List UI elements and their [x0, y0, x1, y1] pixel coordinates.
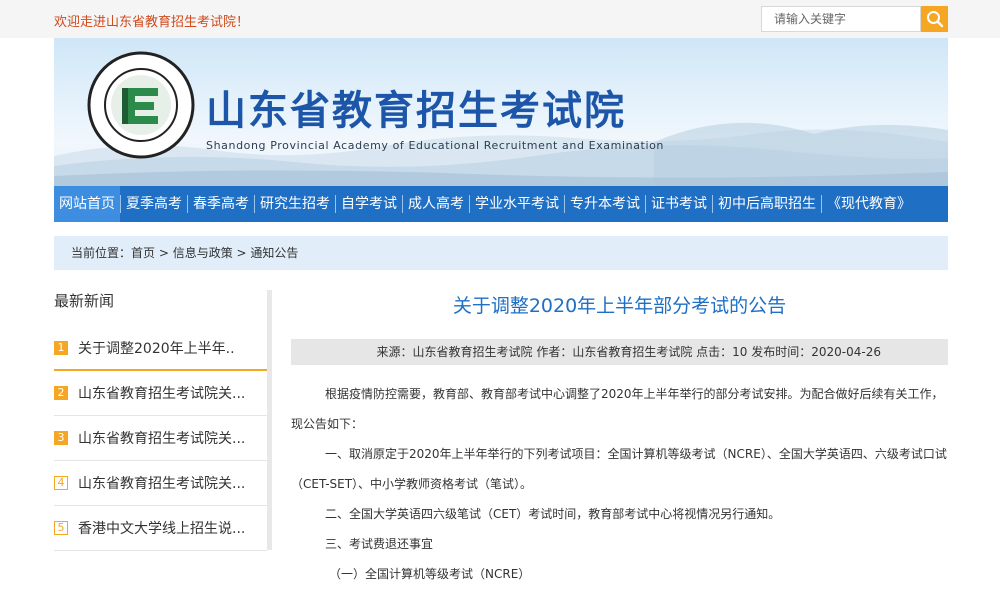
- news-number-badge: 2: [54, 386, 68, 400]
- nav-modern-education[interactable]: 《现代教育》: [822, 186, 916, 222]
- nav-proficiency-exam[interactable]: 学业水平考试: [470, 186, 564, 222]
- news-item[interactable]: 5 香港中文大学线上招生说...: [54, 506, 267, 551]
- article-paragraph: （一）全国计算机等级考试（NCRE）: [329, 567, 531, 581]
- main-nav: 网站首页 夏季高考 春季高考 研究生招考 自学考试 成人高考 学业水平考试 专升…: [54, 186, 948, 222]
- article-paragraph: 二、全国大学英语四六级笔试（CET）考试时间，教育部考试中心将视情况另行通知。: [325, 507, 781, 521]
- top-bar: 欢迎走进山东省教育招生考试院！: [0, 0, 1000, 38]
- news-item[interactable]: 1 关于调整2020年上半年..: [54, 326, 267, 371]
- sidebar-title: 最新新闻: [54, 292, 115, 310]
- nav-vocational-admission[interactable]: 初中后高职招生: [713, 186, 821, 222]
- breadcrumb: 当前位置：首页 > 信息与政策 > 通知公告: [54, 236, 948, 270]
- news-number-badge: 4: [54, 476, 68, 490]
- nav-upgrade-exam[interactable]: 专升本考试: [565, 186, 645, 222]
- site-title: 山东省教育招生考试院: [206, 87, 626, 134]
- header-banner: E 山东省教育招生考试院 Shandong Provincial Academy…: [54, 38, 948, 186]
- news-list: 1 关于调整2020年上半年.. 2 山东省教育招生考试院关... 3 山东省教…: [54, 326, 267, 551]
- news-item-link[interactable]: 山东省教育招生考试院关...: [78, 473, 245, 493]
- breadcrumb-separator: >: [155, 246, 173, 260]
- nav-summer-gaokao[interactable]: 夏季高考: [121, 186, 187, 222]
- article-meta: 来源：山东省教育招生考试院 作者：山东省教育招生考试院 点击：10 发布时间：2…: [291, 339, 948, 365]
- article-paragraph: 三、考试费退还事宜: [325, 537, 434, 551]
- seal-logo: E: [86, 50, 195, 159]
- sidebar-divider: [267, 290, 272, 550]
- news-item-link[interactable]: 香港中文大学线上招生说...: [78, 518, 245, 538]
- nav-home[interactable]: 网站首页: [54, 186, 120, 222]
- article-title: 关于调整2020年上半年部分考试的公告: [452, 295, 787, 317]
- nav-self-study-exam[interactable]: 自学考试: [336, 186, 402, 222]
- seal-letter: E: [86, 50, 87, 51]
- article-body: 根据疫情防控需要，教育部、教育部考试中心调整了2020年上半年举行的部分考试安排…: [291, 379, 948, 589]
- breadcrumb-prefix: 当前位置：: [71, 246, 132, 260]
- nav-graduate-exam[interactable]: 研究生招考: [255, 186, 335, 222]
- nav-spring-gaokao[interactable]: 春季高考: [188, 186, 254, 222]
- news-number-badge: 1: [54, 340, 68, 355]
- news-item-link[interactable]: 关于调整2020年上半年..: [78, 338, 235, 358]
- welcome-text: 欢迎走进山东省教育招生考试院！: [54, 15, 250, 30]
- news-number-badge: 5: [54, 521, 68, 535]
- news-item-link[interactable]: 山东省教育招生考试院关...: [78, 383, 245, 403]
- search-button[interactable]: [921, 6, 948, 32]
- news-item[interactable]: 3 山东省教育招生考试院关...: [54, 416, 267, 461]
- breadcrumb-section-link[interactable]: 信息与政策: [173, 246, 233, 260]
- article: 关于调整2020年上半年部分考试的公告 来源：山东省教育招生考试院 作者：山东省…: [291, 290, 948, 589]
- news-item[interactable]: 2 山东省教育招生考试院关...: [54, 371, 267, 416]
- search-input[interactable]: [762, 7, 920, 31]
- article-paragraph: 一、取消原定于2020年上半年举行的下列考试项目：全国计算机等级考试（NCRE）…: [291, 447, 947, 491]
- site-subtitle: Shandong Provincial Academy of Education…: [206, 139, 665, 152]
- news-item-link[interactable]: 山东省教育招生考试院关...: [78, 428, 245, 448]
- news-number-badge: 3: [54, 431, 68, 445]
- search-box[interactable]: [761, 6, 921, 32]
- nav-certificate-exam[interactable]: 证书考试: [646, 186, 712, 222]
- search-icon: [926, 11, 943, 28]
- article-paragraph: 根据疫情防控需要，教育部、教育部考试中心调整了2020年上半年举行的部分考试安排…: [291, 387, 944, 431]
- breadcrumb-current-link[interactable]: 通知公告: [250, 246, 298, 260]
- breadcrumb-separator: >: [232, 246, 251, 260]
- latest-news-sidebar: 最新新闻 1 关于调整2020年上半年.. 2 山东省教育招生考试院关... 3…: [54, 290, 272, 593]
- news-item[interactable]: 4 山东省教育招生考试院关...: [54, 461, 267, 506]
- breadcrumb-home-link[interactable]: 首页: [131, 246, 155, 260]
- nav-adult-exam[interactable]: 成人高考: [403, 186, 469, 222]
